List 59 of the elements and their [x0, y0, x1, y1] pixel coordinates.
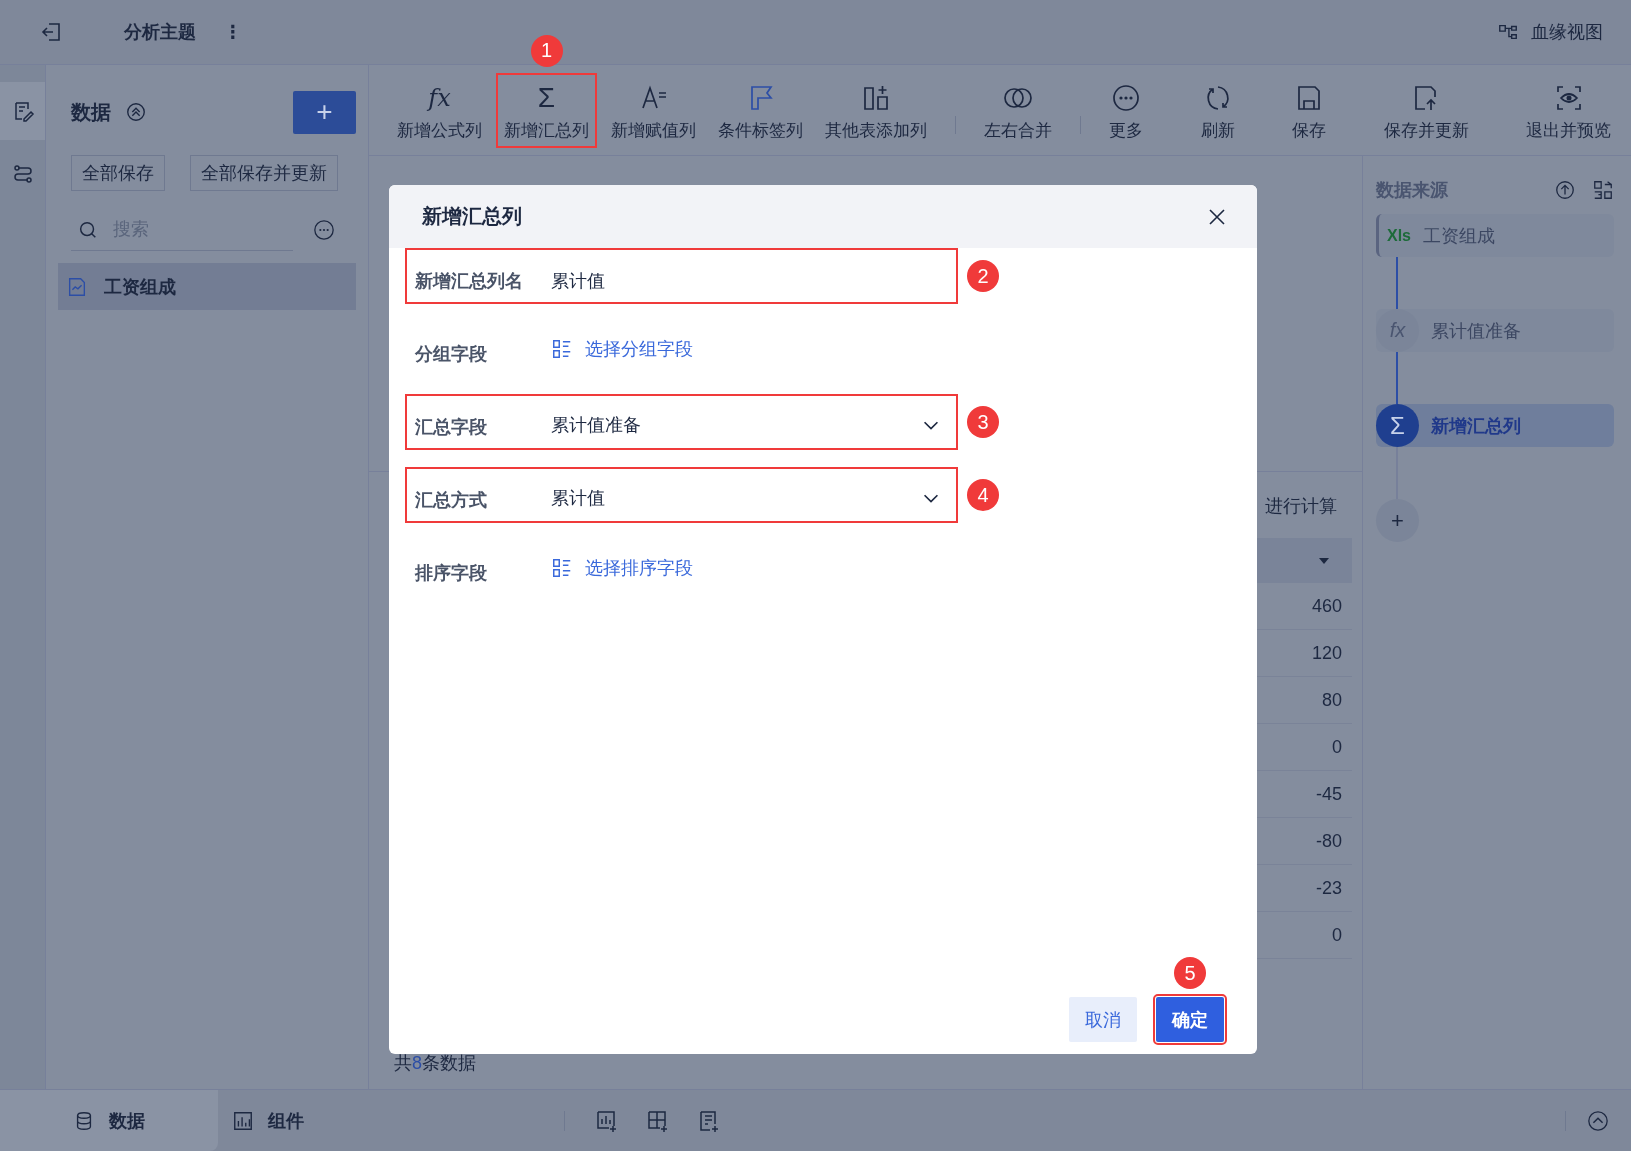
dropdown-field[interactable]: 累计值准备	[551, 401, 956, 449]
toolbar-button[interactable]: 刷新	[1194, 74, 1241, 146]
add-step-button[interactable]: +	[1376, 499, 1419, 542]
field-label: 新增汇总列名	[415, 270, 524, 293]
toolbar-button[interactable]: 条件标签列	[712, 74, 809, 146]
add-layout-icon[interactable]	[646, 1108, 670, 1133]
sidebar-tab[interactable]	[0, 82, 45, 140]
dataset-icon	[66, 275, 88, 298]
step-badge: 2	[967, 260, 999, 292]
field-label: 汇总方式	[415, 489, 488, 512]
field-picker-link[interactable]: 选择排序字段	[551, 556, 693, 580]
toolbar-button[interactable]: fx 新增公式列	[391, 74, 488, 146]
flow-node[interactable]: Xls 工资组成	[1376, 214, 1614, 257]
field-picker-link[interactable]: 选择分组字段	[551, 337, 693, 361]
more-icon	[1111, 82, 1141, 113]
upload-icon[interactable]	[1554, 179, 1576, 201]
expand-up-icon[interactable]	[1587, 1109, 1609, 1132]
lineage-view-button[interactable]: 血缘视图	[1497, 20, 1603, 44]
more-menu-button[interactable]: ⋮	[224, 21, 242, 43]
collapse-icon[interactable]	[125, 101, 147, 123]
toolbar-button[interactable]: 更多	[1103, 74, 1149, 146]
step-badge: 4	[967, 479, 999, 511]
list-icon	[551, 557, 573, 579]
field-label: 分组字段	[415, 343, 488, 366]
panel-title: 数据来源	[1376, 179, 1448, 202]
add-button[interactable]: +	[293, 90, 356, 134]
field-label: 汇总字段	[415, 416, 488, 439]
bottom-tab[interactable]: 数据	[0, 1090, 218, 1151]
row-count: 共8条数据	[394, 1052, 476, 1075]
toolbar-button[interactable]: Σ 新增汇总列	[498, 74, 595, 146]
step-badge: 3	[967, 406, 999, 438]
field-label: 排序字段	[415, 562, 488, 585]
dataset-item[interactable]: 工资组成	[58, 263, 356, 310]
save-button[interactable]: 全部保存并更新	[190, 155, 338, 191]
toolbar-button[interactable]: 新增赋值列	[605, 74, 702, 146]
dialog-title: 新增汇总列	[422, 204, 522, 229]
toolbar-button[interactable]: 其他表添加列	[819, 74, 933, 146]
search-icon	[77, 219, 99, 241]
description-text: 进行计算	[1265, 495, 1337, 518]
cancel-button[interactable]: 取消	[1069, 997, 1137, 1042]
panel-title: 数据	[71, 99, 111, 125]
save-button[interactable]: 全部保存	[71, 155, 165, 191]
toolbar-button[interactable]: 保存并更新	[1377, 74, 1475, 146]
add-chart-icon[interactable]	[595, 1108, 619, 1133]
more-icon[interactable]	[313, 219, 335, 241]
page-title: 分析主题	[124, 21, 196, 44]
list-icon	[551, 338, 573, 360]
confirm-button[interactable]: 确定	[1156, 997, 1224, 1042]
toolbar-button[interactable]: 左右合并	[978, 74, 1058, 146]
chart-icon	[232, 1109, 254, 1132]
bottom-tab[interactable]: 组件	[232, 1090, 304, 1151]
dropdown-field[interactable]: 累计值	[551, 474, 956, 522]
toolbar-button[interactable]: 退出并预览	[1520, 74, 1617, 146]
add-list-icon[interactable]	[697, 1108, 721, 1133]
flow-node[interactable]: Σ 新增汇总列	[1376, 404, 1614, 447]
name-field[interactable]: 累计值	[551, 269, 605, 293]
step-badge: 5	[1174, 957, 1206, 989]
toolbar-button[interactable]: 保存	[1286, 74, 1332, 146]
switch-layout-icon[interactable]	[1592, 179, 1614, 201]
